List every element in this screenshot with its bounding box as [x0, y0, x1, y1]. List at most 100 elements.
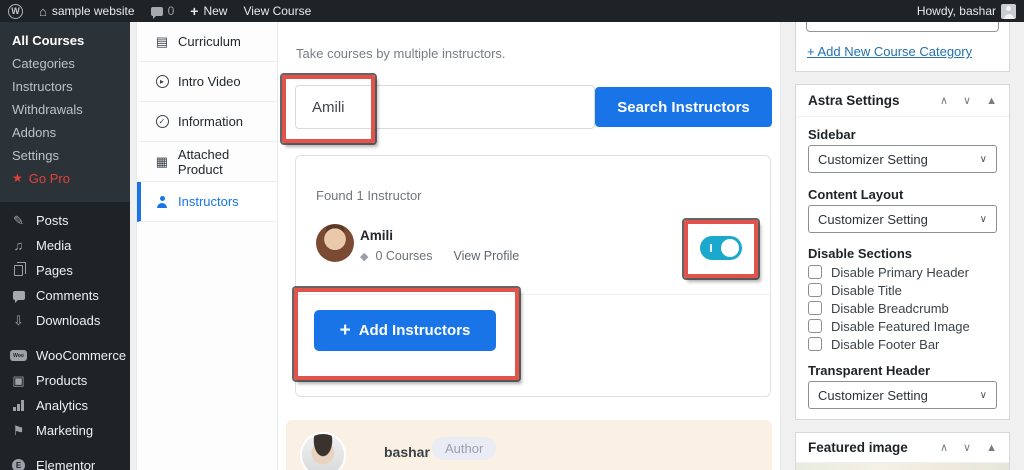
sidebar-item-elementor[interactable]: E Elementor: [0, 453, 130, 470]
go-pro-label: Go Pro: [28, 171, 70, 186]
row-divider: [296, 294, 770, 295]
graduation-cap-icon: ◆: [360, 250, 369, 263]
add-instructors-button[interactable]: + Add Instructors: [314, 310, 496, 351]
author-badge: Author: [432, 437, 497, 460]
menu-label: Comments: [36, 288, 99, 303]
elementor-icon: E: [10, 459, 27, 470]
comments-link[interactable]: 0: [150, 4, 174, 19]
add-new-course-category-link[interactable]: + Add New Course Category: [807, 44, 972, 59]
new-category-input[interactable]: [806, 22, 999, 32]
sidebar-item-downloads[interactable]: ⇩ Downloads: [0, 308, 130, 333]
account-menu[interactable]: Howdy, bashar: [916, 3, 1016, 19]
content-layout-select[interactable]: Customizer Setting ∨: [808, 205, 997, 233]
new-label: New: [203, 4, 228, 18]
transparent-header-select[interactable]: Customizer Setting ∨: [808, 381, 997, 409]
tab-curriculum[interactable]: ▤ Curriculum: [137, 22, 277, 62]
collapse-toggle-icon[interactable]: ▲: [986, 442, 997, 454]
course-builder-panel: ▤ Curriculum ▸ Intro Video ✓ Information…: [137, 22, 780, 470]
sidebar-item-comments[interactable]: Comments: [0, 283, 130, 308]
instructor-meta: ◆ 0 Courses View Profile: [360, 249, 519, 263]
disable-title-checkbox[interactable]: [808, 283, 822, 297]
sidebar-item-analytics[interactable]: Analytics: [0, 393, 130, 418]
products-icon: ▣: [12, 372, 25, 388]
site-name-link[interactable]: ⌂ sample website: [39, 4, 135, 19]
featured-image-thumbnail[interactable]: [796, 463, 1009, 470]
checkbox-label: Disable Featured Image: [831, 318, 970, 334]
sidebar-item-woocommerce[interactable]: Woo WooCommerce: [0, 343, 130, 368]
analytics-icon: [10, 400, 27, 411]
download-icon: ⇩: [13, 312, 24, 328]
howdy-text: Howdy, bashar: [916, 4, 996, 18]
sidebar-item-withdrawals[interactable]: Withdrawals: [0, 98, 130, 121]
sidebar-item-addons[interactable]: Addons: [0, 121, 130, 144]
instructor-toggle[interactable]: [700, 236, 742, 260]
check-circle-icon: ✓: [154, 115, 170, 128]
marketing-icon: ⚑: [12, 422, 25, 438]
sidebar-item-media[interactable]: ♫ Media: [0, 233, 130, 258]
view-course-link[interactable]: View Course: [243, 4, 311, 18]
sidebar-item-go-pro[interactable]: ★ Go Pro: [0, 167, 130, 190]
menu-label: Analytics: [36, 398, 89, 413]
featured-image-header[interactable]: Featured image ∧ ∨ ▲: [796, 433, 1009, 463]
tab-attached-product[interactable]: ▦ Attached Product: [137, 142, 277, 182]
view-profile-link[interactable]: View Profile: [453, 249, 519, 263]
select-value: Customizer Setting: [818, 211, 928, 227]
wordpress-menu[interactable]: W: [8, 3, 23, 19]
sidebar-item-instructors[interactable]: Instructors: [0, 75, 130, 98]
menu-label: Posts: [36, 213, 69, 228]
play-circle-icon: ▸: [154, 75, 170, 88]
tab-label: Curriculum: [178, 34, 241, 49]
transparent-header-label: Transparent Header: [808, 363, 931, 378]
woocommerce-icon: Woo: [10, 350, 27, 361]
disable-sections-label: Disable Sections: [808, 246, 913, 261]
wordpress-admin-page: W ⌂ sample website 0 + New View Course H…: [0, 0, 1024, 470]
tab-description: Take courses by multiple instructors.: [296, 46, 506, 61]
instructor-course-count: 0 Courses: [375, 249, 433, 263]
person-icon: [154, 195, 170, 208]
chevron-down-icon: ∨: [979, 389, 987, 401]
sidebar-field-label: Sidebar: [808, 127, 856, 142]
star-icon: ★: [12, 171, 23, 185]
menu-separator: [0, 333, 130, 343]
admin-sidebar: All Courses Categories Instructors Withd…: [0, 22, 130, 470]
menu-label: Downloads: [36, 313, 101, 328]
sidebar-item-pages[interactable]: Pages: [0, 258, 130, 283]
sidebar-item-posts[interactable]: ✎ Posts: [0, 208, 130, 233]
menu-label: Products: [36, 373, 88, 388]
sidebar-item-marketing[interactable]: ⚑ Marketing: [0, 418, 130, 443]
editor-sidebar: + Add New Course Category Astra Settings…: [795, 22, 1010, 470]
astra-settings-header[interactable]: Astra Settings ∧ ∨ ▲: [796, 85, 1009, 117]
sidebar-item-categories[interactable]: Categories: [0, 52, 130, 75]
disable-breadcrumb-checkbox[interactable]: [808, 301, 822, 315]
search-results-box: Found 1 Instructor Amili ◆ 0 Courses Vie…: [295, 155, 771, 397]
collapse-toggle-icon[interactable]: ▲: [986, 95, 997, 107]
disable-featured-image-checkbox[interactable]: [808, 319, 822, 333]
sidebar-setting-select[interactable]: Customizer Setting ∨: [808, 145, 997, 173]
move-down-icon[interactable]: ∨: [963, 441, 971, 454]
pages-icon: [10, 262, 27, 276]
astra-settings-metabox: Astra Settings ∧ ∨ ▲ Sidebar Customizer …: [795, 84, 1010, 420]
astra-settings-title: Astra Settings: [808, 93, 900, 108]
disable-primary-header-checkbox[interactable]: [808, 265, 822, 279]
author-name: bashar: [384, 444, 430, 460]
sidebar-item-products[interactable]: ▣ Products: [0, 368, 130, 393]
select-value: Customizer Setting: [818, 387, 928, 403]
book-icon: ▤: [155, 33, 169, 49]
tab-information[interactable]: ✓ Information: [137, 102, 277, 142]
tab-label: Information: [178, 114, 244, 129]
checkbox-row-disable-primary-header: Disable Primary Header: [808, 263, 997, 281]
search-instructors-input[interactable]: [295, 85, 595, 129]
tab-instructors[interactable]: Instructors: [137, 182, 277, 222]
sidebar-item-settings[interactable]: Settings: [0, 144, 130, 167]
tab-intro-video[interactable]: ▸ Intro Video: [137, 62, 277, 102]
disable-footer-bar-checkbox[interactable]: [808, 337, 822, 351]
author-row: bashar Author: [286, 420, 772, 470]
new-menu[interactable]: + New: [190, 3, 227, 19]
select-value: Customizer Setting: [818, 151, 928, 167]
menu-separator: [0, 443, 130, 453]
move-down-icon[interactable]: ∨: [963, 94, 971, 107]
move-up-icon[interactable]: ∧: [940, 94, 948, 107]
search-instructors-button[interactable]: Search Instructors: [595, 87, 772, 127]
move-up-icon[interactable]: ∧: [940, 441, 948, 454]
sidebar-item-all-courses[interactable]: All Courses: [0, 29, 130, 52]
